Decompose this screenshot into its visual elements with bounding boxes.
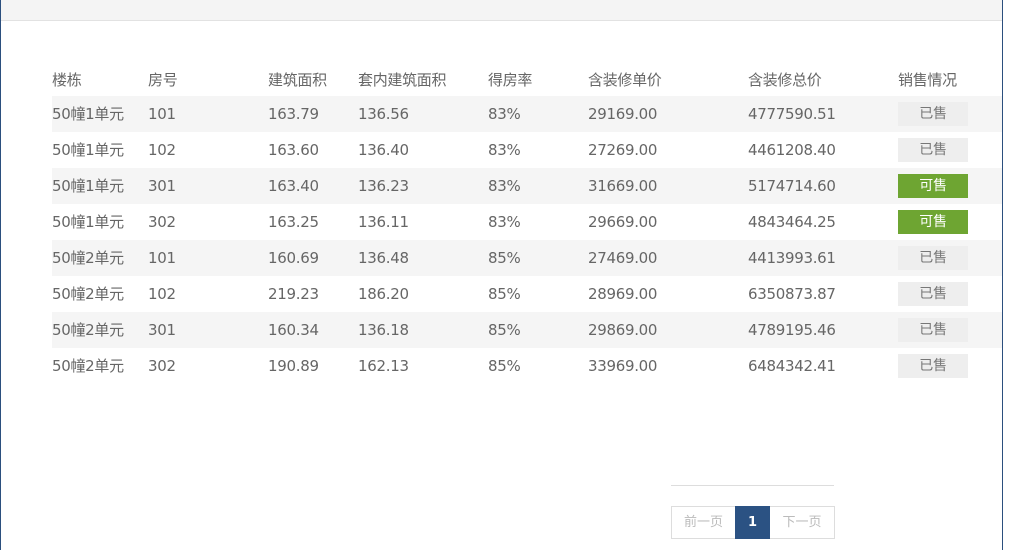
table-row: 50幢1单元 102 163.60 136.40 83% 27269.00 4461208.… bbox=[52, 132, 1002, 168]
pagination: 前一页 1 下一页 bbox=[671, 506, 835, 539]
cell-area: 163.60 bbox=[268, 141, 319, 159]
cell-room: 102 bbox=[148, 285, 176, 303]
current-page-button[interactable]: 1 bbox=[735, 506, 770, 539]
cell-inner-area: 136.23 bbox=[358, 177, 409, 195]
cell-room: 101 bbox=[148, 105, 176, 123]
column-header-unit-price: 含装修单价 bbox=[588, 71, 662, 89]
top-toolbar-strip bbox=[1, 0, 1002, 21]
table-row: 50幢2单元 102 219.23 186.20 85% 28969.00 6350873.… bbox=[52, 276, 1002, 312]
cell-unit-price: 29169.00 bbox=[588, 105, 658, 123]
table-header-row: 楼栋 房号 建筑面积 套内建筑面积 得房率 含装修单价 含装修总价 销售情况 bbox=[52, 64, 1002, 96]
cell-total-price: 6484342.41 bbox=[748, 357, 836, 375]
cell-inner-area: 162.13 bbox=[358, 357, 409, 375]
table-row: 50幢2单元 302 190.89 162.13 85% 33969.00 6484342.… bbox=[52, 348, 1002, 384]
cell-unit-price: 27469.00 bbox=[588, 249, 658, 267]
column-header-inner-area: 套内建筑面积 bbox=[358, 71, 447, 89]
cell-unit-price: 31669.00 bbox=[588, 177, 658, 195]
cell-inner-area: 136.40 bbox=[358, 141, 409, 159]
column-header-ratio: 得房率 bbox=[488, 71, 533, 89]
status-badge-available[interactable]: 可售 bbox=[898, 174, 968, 198]
status-badge-available[interactable]: 可售 bbox=[898, 210, 968, 234]
status-badge-sold: 已售 bbox=[898, 282, 968, 306]
column-header-status: 销售情况 bbox=[898, 71, 957, 89]
cell-building: 50幢1单元 bbox=[52, 141, 124, 159]
pagination-divider bbox=[671, 485, 834, 486]
cell-building: 50幢2单元 bbox=[52, 357, 124, 375]
cell-area: 160.69 bbox=[268, 249, 319, 267]
cell-inner-area: 136.11 bbox=[358, 213, 409, 231]
cell-total-price: 5174714.60 bbox=[748, 177, 836, 195]
cell-total-price: 4461208.40 bbox=[748, 141, 836, 159]
cell-total-price: 4413993.61 bbox=[748, 249, 836, 267]
cell-room: 101 bbox=[148, 249, 176, 267]
cell-unit-price: 28969.00 bbox=[588, 285, 658, 303]
cell-building: 50幢2单元 bbox=[52, 249, 124, 267]
cell-inner-area: 186.20 bbox=[358, 285, 409, 303]
cell-ratio: 85% bbox=[488, 357, 521, 375]
status-badge-sold: 已售 bbox=[898, 354, 968, 378]
table-row: 50幢2单元 301 160.34 136.18 85% 29869.00 4789195.… bbox=[52, 312, 1002, 348]
cell-total-price: 4843464.25 bbox=[748, 213, 836, 231]
cell-ratio: 83% bbox=[488, 177, 521, 195]
cell-total-price: 4789195.46 bbox=[748, 321, 836, 339]
cell-ratio: 85% bbox=[488, 285, 521, 303]
cell-total-price: 6350873.87 bbox=[748, 285, 836, 303]
table-body: 50幢1单元 101 163.79 136.56 83% 29169.00 4777590.… bbox=[52, 96, 1002, 384]
cell-unit-price: 29869.00 bbox=[588, 321, 658, 339]
cell-inner-area: 136.48 bbox=[358, 249, 409, 267]
cell-room: 102 bbox=[148, 141, 176, 159]
column-header-total-price: 含装修总价 bbox=[748, 71, 822, 89]
cell-area: 219.23 bbox=[268, 285, 319, 303]
table-row: 50幢1单元 302 163.25 136.11 83% 29669.00 4843464.… bbox=[52, 204, 1002, 240]
cell-area: 163.25 bbox=[268, 213, 319, 231]
cell-ratio: 85% bbox=[488, 249, 521, 267]
column-header-room: 房号 bbox=[148, 71, 178, 89]
cell-ratio: 83% bbox=[488, 213, 521, 231]
column-header-area: 建筑面积 bbox=[268, 71, 327, 89]
prev-page-button[interactable]: 前一页 bbox=[671, 506, 735, 539]
cell-building: 50幢1单元 bbox=[52, 177, 124, 195]
cell-area: 190.89 bbox=[268, 357, 319, 375]
cell-ratio: 83% bbox=[488, 141, 521, 159]
cell-ratio: 85% bbox=[488, 321, 521, 339]
cell-area: 163.40 bbox=[268, 177, 319, 195]
cell-building: 50幢1单元 bbox=[52, 213, 124, 231]
cell-area: 163.79 bbox=[268, 105, 319, 123]
unit-table: 楼栋 房号 建筑面积 套内建筑面积 得房率 含装修单价 含装修总价 销售情况 5… bbox=[52, 64, 1002, 384]
column-header-building: 楼栋 bbox=[52, 71, 82, 89]
status-badge-sold: 已售 bbox=[898, 138, 968, 162]
cell-ratio: 83% bbox=[488, 105, 521, 123]
cell-inner-area: 136.18 bbox=[358, 321, 409, 339]
cell-room: 301 bbox=[148, 321, 176, 339]
next-page-button[interactable]: 下一页 bbox=[770, 506, 835, 539]
cell-room: 302 bbox=[148, 357, 176, 375]
cell-building: 50幢2单元 bbox=[52, 321, 124, 339]
cell-inner-area: 136.56 bbox=[358, 105, 409, 123]
status-badge-sold: 已售 bbox=[898, 102, 968, 126]
cell-room: 301 bbox=[148, 177, 176, 195]
cell-building: 50幢1单元 bbox=[52, 105, 124, 123]
cell-area: 160.34 bbox=[268, 321, 319, 339]
status-badge-sold: 已售 bbox=[898, 246, 968, 270]
status-badge-sold: 已售 bbox=[898, 318, 968, 342]
cell-building: 50幢2单元 bbox=[52, 285, 124, 303]
table-row: 50幢1单元 301 163.40 136.23 83% 31669.00 5174714.… bbox=[52, 168, 1002, 204]
table-row: 50幢1单元 101 163.79 136.56 83% 29169.00 4777590.… bbox=[52, 96, 1002, 132]
cell-unit-price: 27269.00 bbox=[588, 141, 658, 159]
cell-unit-price: 33969.00 bbox=[588, 357, 658, 375]
cell-total-price: 4777590.51 bbox=[748, 105, 836, 123]
cell-room: 302 bbox=[148, 213, 176, 231]
cell-unit-price: 29669.00 bbox=[588, 213, 658, 231]
table-row: 50幢2单元 101 160.69 136.48 85% 27469.00 4413993.… bbox=[52, 240, 1002, 276]
